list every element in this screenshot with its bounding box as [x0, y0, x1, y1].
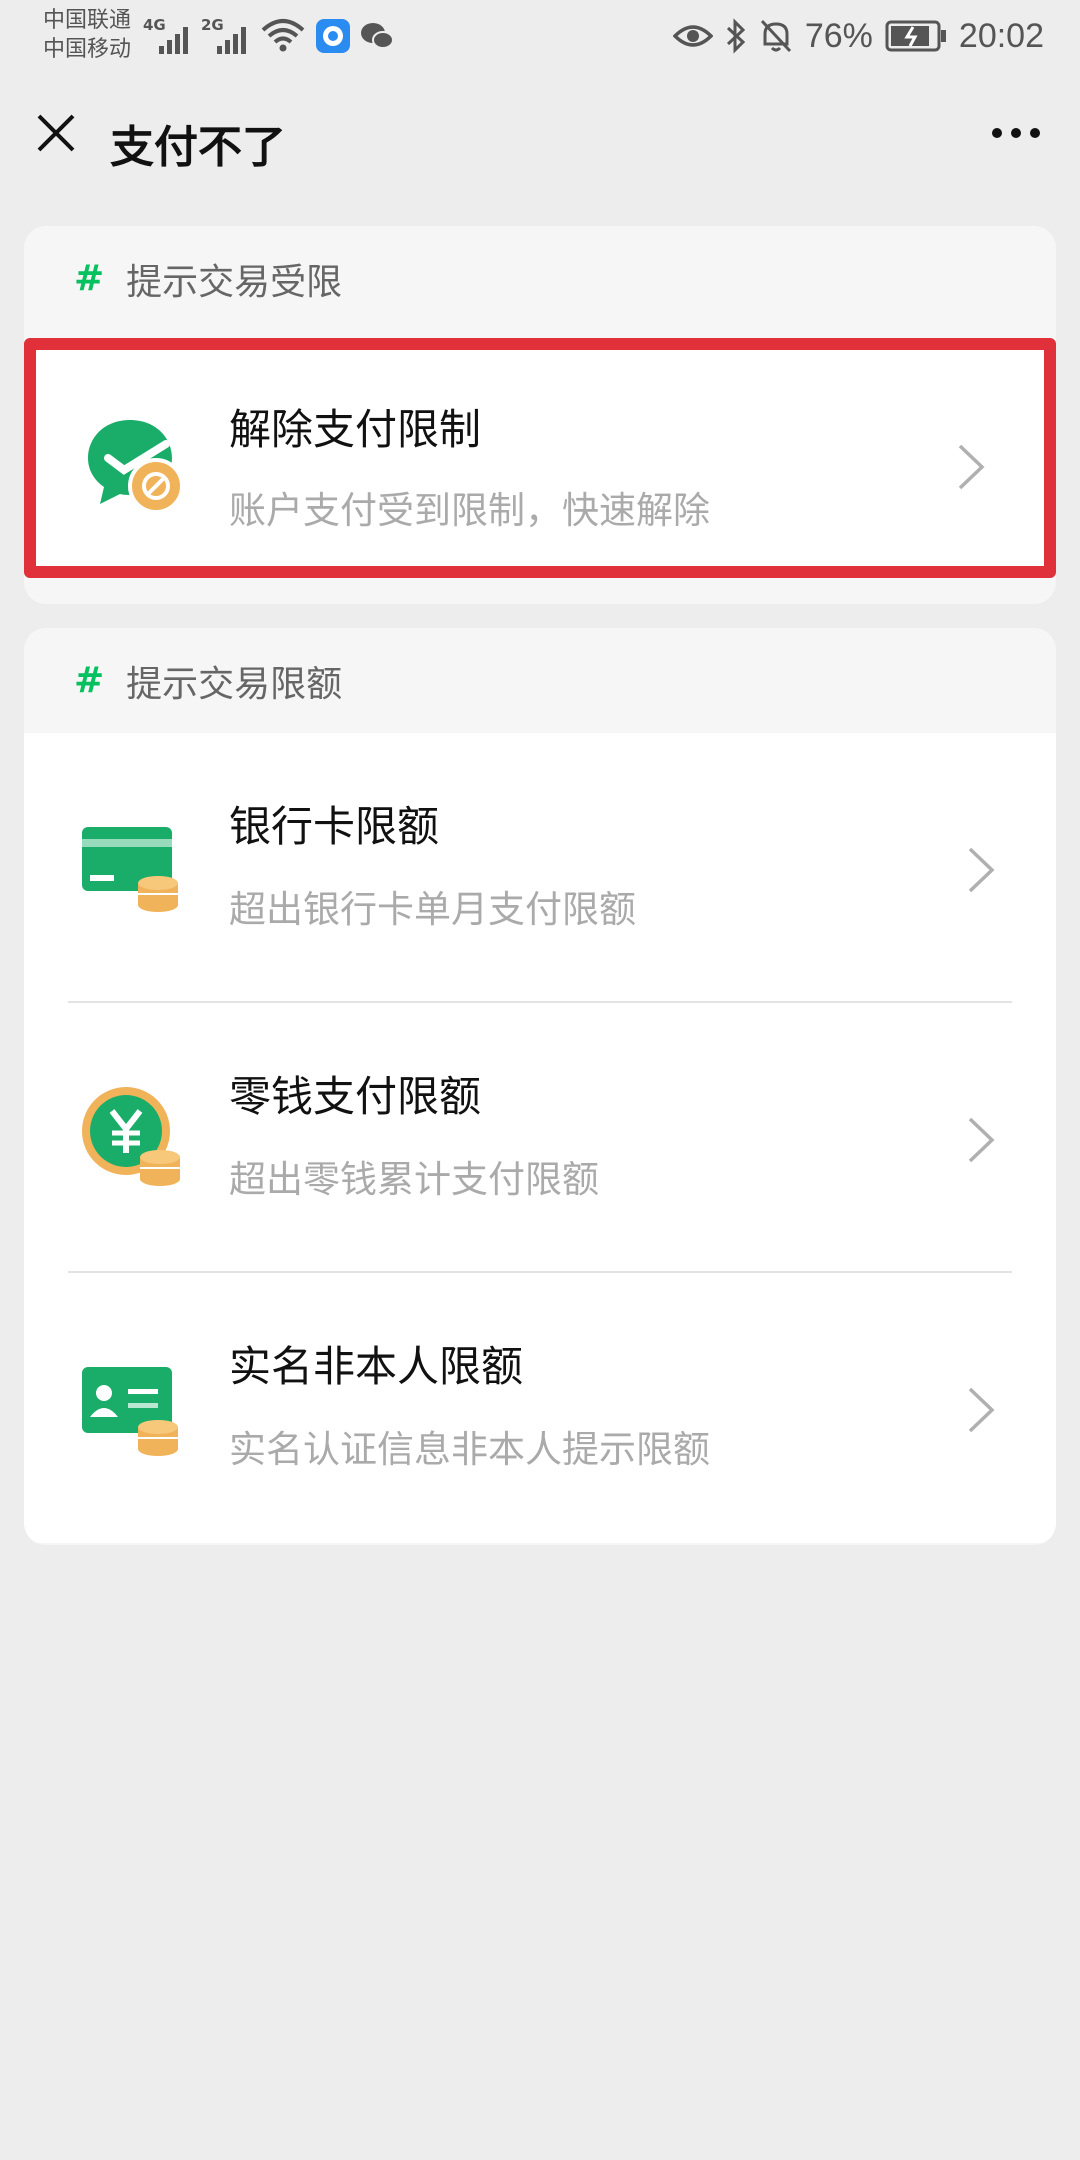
carrier-1: 中国联通 [43, 8, 132, 33]
item-description: 超出银行卡单月支付限额 [229, 888, 636, 931]
section-title: 提示交易限额 [126, 663, 343, 705]
real-name-limit-item[interactable]: 实名非本人限额 实名认证信息非本人提示限额 [24, 1273, 1056, 1543]
chevron-right-icon [968, 1387, 995, 1433]
change-limit-item[interactable]: 零钱支付限额 超出零钱累计支付限额 [24, 1003, 1056, 1273]
wifi-icon [261, 19, 305, 52]
carrier-2: 中国移动 [43, 37, 132, 62]
chevron-right-icon [968, 847, 995, 893]
id-card-coins-icon [82, 1367, 178, 1456]
page-title: 支付不了 [110, 122, 286, 173]
wechat-pay-blocked-icon [88, 420, 184, 514]
section-header: # 提示交易限额 [24, 628, 1056, 733]
item-title: 解除支付限制 [229, 405, 482, 454]
item-description: 实名认证信息非本人提示限额 [229, 1428, 710, 1471]
item-description: 账户支付受到限制，快速解除 [229, 489, 710, 532]
section-title: 提示交易受限 [126, 261, 343, 303]
close-button[interactable] [28, 105, 84, 161]
browser-app-icon [316, 19, 350, 53]
status-bar: 中国联通 中国移动 4G 2G 76% 20:02 [0, 0, 1080, 75]
hash-icon: # [74, 660, 105, 701]
section-header: # 提示交易受限 [24, 226, 1056, 331]
mute-bell-icon [760, 19, 791, 53]
item-title: 银行卡限额 [229, 802, 440, 851]
item-title: 实名非本人限额 [229, 1342, 524, 1391]
bank-card-coins-icon [82, 827, 178, 912]
signal-2g-icon: 2G [201, 14, 251, 54]
clock: 20:02 [958, 16, 1044, 55]
restricted-section: # 提示交易受限 解除支付限制 账户支付受到限制，快速解除 [24, 226, 1056, 604]
item-description: 超出零钱累计支付限额 [229, 1158, 599, 1201]
chevron-right-icon [968, 1117, 995, 1163]
close-icon [37, 114, 75, 152]
more-options-button[interactable] [980, 105, 1052, 161]
battery-charging-icon [885, 20, 946, 52]
hash-icon: # [74, 258, 105, 299]
wechat-notification-icon [361, 23, 394, 49]
more-dots-icon [992, 128, 1040, 138]
bluetooth-icon [726, 18, 746, 54]
nav-bar: 支付不了 [0, 75, 1080, 200]
bank-card-limit-item[interactable]: 银行卡限额 超出银行卡单月支付限额 [24, 733, 1056, 1003]
status-right: 76% 20:02 [672, 12, 1044, 60]
signal-icons: 4G 2G [143, 14, 395, 54]
limits-list: 银行卡限额 超出银行卡单月支付限额 零钱支付限额 超出零钱累计支付限额 实名非本… [24, 733, 1056, 1543]
chevron-right-icon [958, 444, 985, 490]
signal-4g-icon: 4G [143, 14, 193, 54]
item-title: 零钱支付限额 [229, 1072, 482, 1121]
yuan-coins-icon [82, 1087, 180, 1186]
battery-percentage: 76% [804, 16, 873, 55]
eye-comfort-icon [672, 25, 713, 47]
carrier-labels: 中国联通 中国移动 [43, 6, 131, 64]
limits-section: # 提示交易限额 银行卡限额 超出银行卡单月支付限额 零钱支付限额 超出零钱累计… [24, 628, 1056, 1545]
unlock-payment-item[interactable]: 解除支付限制 账户支付受到限制，快速解除 [24, 338, 1056, 578]
